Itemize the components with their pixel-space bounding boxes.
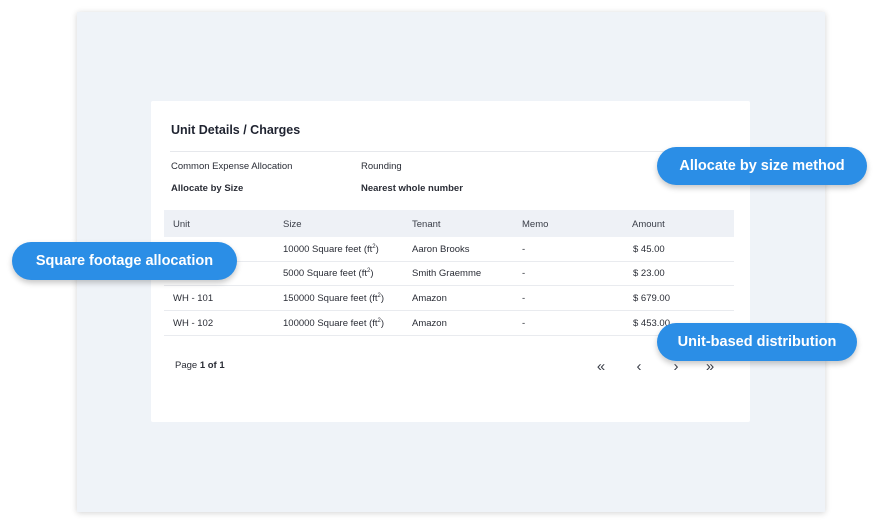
table-row[interactable]: WH - 102 100000 Square feet (ft2) Amazon… (164, 311, 734, 336)
page-indicator: Page 1 of 1 (175, 360, 225, 371)
allocation-value: Allocate by Size (171, 183, 244, 194)
table-row[interactable]: 10000 Square feet (ft2) Aaron Brooks - $… (164, 237, 734, 262)
cell-memo: - (522, 318, 526, 329)
cell-unit: WH - 101 (173, 293, 214, 304)
cell-memo: - (522, 244, 526, 255)
header-tenant: Tenant (412, 219, 441, 230)
cell-amount: $ 679.00 (633, 293, 670, 304)
cell-size: 5000 Square feet (ft2) (283, 268, 374, 280)
header-size: Size (283, 219, 302, 230)
cell-amount: $ 45.00 (633, 244, 665, 255)
table-header: Unit Size Tenant Memo Amount (164, 210, 734, 237)
header-unit: Unit (173, 219, 190, 230)
cell-memo: - (522, 268, 526, 279)
title-divider (170, 151, 731, 152)
unit-based-distribution-callout: Unit-based distribution (657, 323, 857, 361)
cell-memo: - (522, 293, 526, 304)
rounding-label: Rounding (361, 161, 402, 172)
cell-size: 100000 Square feet (ft2) (283, 318, 385, 330)
cell-unit: WH - 102 (173, 318, 214, 329)
allocate-by-size-callout: Allocate by size method (657, 147, 867, 185)
rounding-value: Nearest whole number (361, 183, 463, 194)
cell-size: 150000 Square feet (ft2) (283, 293, 385, 305)
square-footage-callout: Square footage allocation (12, 242, 237, 280)
header-amount: Amount (632, 219, 665, 230)
unit-details-card: Unit Details / Charges Common Expense Al… (151, 101, 750, 422)
table-row[interactable]: 5000 Square feet (ft2) Smith Graemme - $… (164, 261, 734, 286)
table-row[interactable]: WH - 101 150000 Square feet (ft2) Amazon… (164, 286, 734, 311)
cell-amount: $ 23.00 (633, 268, 665, 279)
cell-size: 10000 Square feet (ft2) (283, 244, 379, 256)
cell-tenant: Smith Graemme (412, 268, 482, 279)
header-memo: Memo (522, 219, 549, 230)
first-page-icon[interactable]: « (591, 356, 611, 376)
cell-tenant: Aaron Brooks (412, 244, 470, 255)
cell-tenant: Amazon (412, 293, 447, 304)
prev-page-icon[interactable]: ‹ (629, 356, 649, 376)
card-title: Unit Details / Charges (171, 123, 301, 137)
allocation-label: Common Expense Allocation (171, 161, 293, 172)
cell-tenant: Amazon (412, 318, 447, 329)
